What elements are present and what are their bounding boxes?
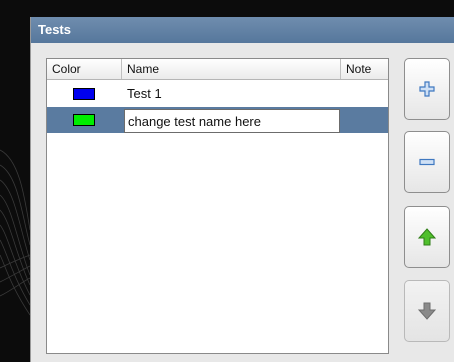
color-swatch[interactable] bbox=[73, 114, 95, 126]
arrow-down-icon bbox=[418, 302, 436, 320]
add-test-button[interactable] bbox=[404, 58, 450, 120]
move-up-button[interactable] bbox=[404, 206, 450, 268]
color-swatch[interactable] bbox=[73, 88, 95, 100]
tests-table: Color Name Note Test 1 bbox=[46, 58, 389, 354]
table-row-selected[interactable] bbox=[47, 107, 388, 133]
move-down-button[interactable] bbox=[404, 280, 450, 342]
plus-icon bbox=[419, 81, 435, 97]
note-cell[interactable] bbox=[341, 81, 388, 107]
column-header-note[interactable]: Note bbox=[341, 59, 388, 79]
column-header-color[interactable]: Color bbox=[47, 59, 122, 79]
table-row[interactable]: Test 1 bbox=[47, 81, 388, 107]
panel-title: Tests bbox=[31, 17, 454, 43]
minus-icon bbox=[419, 158, 435, 166]
table-header: Color Name Note bbox=[47, 59, 388, 80]
remove-test-button[interactable] bbox=[404, 131, 450, 193]
arrow-up-icon bbox=[418, 228, 436, 246]
test-name-cell[interactable]: Test 1 bbox=[127, 81, 162, 107]
tests-panel: Tests Color Name Note Test 1 bbox=[30, 17, 454, 362]
test-name-input[interactable] bbox=[124, 109, 340, 133]
note-cell[interactable] bbox=[341, 107, 388, 133]
column-header-name[interactable]: Name bbox=[122, 59, 341, 79]
